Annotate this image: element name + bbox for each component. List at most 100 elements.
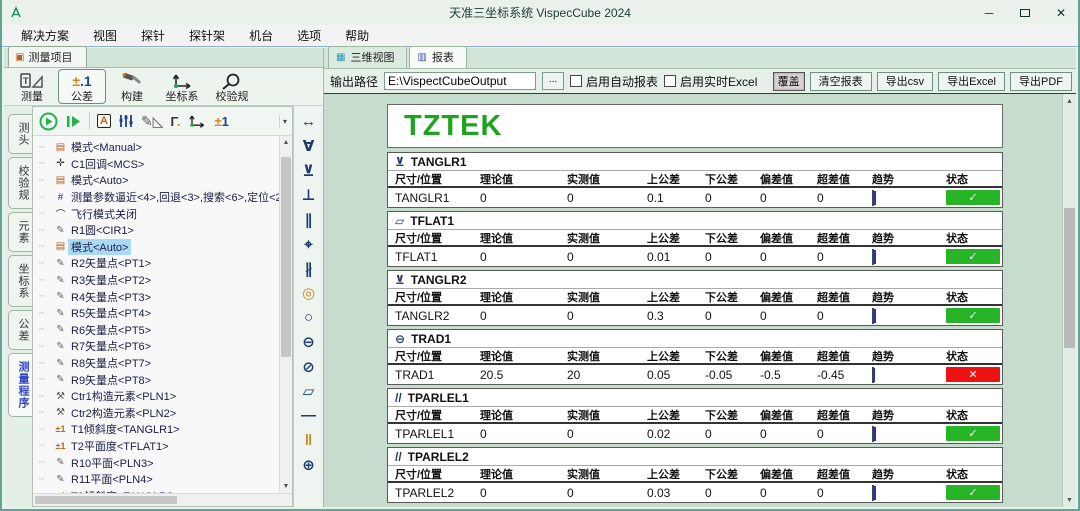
tree-item-label: R7矢量点<PT6> (68, 338, 154, 354)
side-tab-3[interactable]: 坐标系 (8, 255, 32, 307)
minimize-button[interactable]: ─ (978, 5, 1000, 21)
tree-item-13[interactable]: ┈✎R8矢量点<PT7> (39, 355, 279, 372)
column-header: 趋势 (872, 230, 946, 246)
parallelism-tolerance-icon[interactable]: ∥ (297, 208, 321, 231)
side-tab-4[interactable]: 公差 (8, 310, 32, 350)
realtime-excel-checkbox[interactable] (664, 75, 676, 87)
report-vertical-scrollbar[interactable]: ▲ ▼ (1062, 94, 1076, 507)
tree-horizontal-scrollbar[interactable] (33, 493, 292, 506)
tab-measure-project[interactable]: ▣ 测量项目 (8, 46, 87, 67)
tree-item-9[interactable]: ┈✎R4矢量点<PT3> (39, 288, 279, 305)
straightness-tolerance-icon[interactable]: — (297, 404, 321, 427)
button-导出csv[interactable]: 导出csv (877, 72, 934, 91)
window-title: 天准三坐标系统 VispecCube 2024 (2, 4, 1078, 21)
tree-item-label: Ctr1构造元素<PLN1> (68, 388, 179, 404)
tree-branch-line: ┈ (39, 308, 53, 319)
maximize-button[interactable] (1014, 5, 1036, 21)
tree-scroll-thumb[interactable] (281, 157, 291, 357)
tree-toolbar-coordinate-button[interactable] (187, 110, 207, 132)
tree-item-6[interactable]: ┈▤模式<Auto> (39, 239, 279, 256)
column-header: 偏差值 (760, 230, 817, 246)
report-scroll-thumb[interactable] (1064, 208, 1075, 348)
flatness-tolerance-icon[interactable]: ▱ (297, 380, 321, 403)
table-name: TANGLR1 (411, 155, 467, 169)
button-覆盖[interactable]: 覆盖 (773, 72, 805, 91)
tree-hscroll-thumb[interactable] (35, 496, 177, 504)
tree-item-12[interactable]: ┈✎R7矢量点<PT6> (39, 338, 279, 355)
cylindricity-tolerance-icon[interactable]: ⊖ (297, 331, 321, 354)
button-导出Excel[interactable]: 导出Excel (938, 72, 1005, 91)
tree-item-15[interactable]: ┈⚒Ctr1构造元素<PLN1> (39, 388, 279, 405)
circularity-tolerance-icon[interactable]: ○ (297, 306, 321, 329)
tree-item-19[interactable]: ┈✎R10平面<PLN3> (39, 454, 279, 471)
report-scroll-down-icon[interactable]: ▼ (1066, 493, 1073, 507)
auto-report-checkbox[interactable] (570, 75, 582, 87)
tree-toolbar-params-button[interactable] (118, 110, 134, 132)
tree-vertical-scrollbar[interactable]: ▲ ▼ (279, 136, 292, 493)
ribbon-gauge-button[interactable]: 校验规 (208, 69, 256, 104)
tree-item-10[interactable]: ┈✎R5矢量点<PT4> (39, 305, 279, 322)
tree-item-2[interactable]: ┈▤模式<Auto> (39, 172, 279, 189)
distance-tolerance-icon[interactable]: ↔ (297, 110, 321, 133)
button-导出PDF[interactable]: 导出PDF (1010, 72, 1072, 91)
cell-value: 0 (760, 191, 817, 205)
menu-item-5[interactable]: 选项 (286, 25, 332, 46)
tab-view3d[interactable]: ▦三维视图 (328, 46, 407, 68)
angularity-tolerance-icon[interactable]: ⊻ (297, 159, 321, 182)
column-header: 上公差 (647, 230, 705, 246)
close-button[interactable]: ✕ (1050, 5, 1072, 21)
ribbon-build-button[interactable]: 构建 (108, 69, 156, 104)
tree-toolbar-step-button[interactable] (65, 110, 82, 132)
side-tab-2[interactable]: 元素 (8, 212, 32, 252)
tree-item-14[interactable]: ┈✎R9矢量点<PT8> (39, 371, 279, 388)
tree-item-5[interactable]: ┈✎R1圆<CIR1> (39, 222, 279, 239)
tree-item-4[interactable]: ┈⌒飞行模式关闭 (39, 205, 279, 222)
output-path-input[interactable] (384, 72, 536, 90)
scroll-down-icon[interactable]: ▼ (280, 480, 292, 493)
tree-item-1[interactable]: ┈✛C1回调<MCS> (39, 156, 279, 173)
concentricity-tolerance-icon[interactable]: ◎ (297, 282, 321, 305)
tab-report[interactable]: ▥报表 (409, 46, 466, 68)
ribbon-tolerance-button[interactable]: ±.1公差 (58, 69, 106, 104)
column-header: 下公差 (705, 466, 760, 482)
button-清空报表[interactable]: 清空报表 (810, 72, 872, 91)
symmetry-tolerance-icon[interactable]: ‖ (297, 429, 321, 452)
tree-item-3[interactable]: ┈#测量参数逼近<4>,回退<3>,搜索<6>,定位<2: (39, 189, 279, 206)
ribbon-coordinate-button[interactable]: 坐标系 (158, 69, 206, 104)
menu-item-3[interactable]: 探针架 (178, 25, 236, 46)
menu-item-4[interactable]: 机台 (238, 25, 284, 46)
browse-button[interactable]: ... (542, 72, 564, 90)
tree-toolbar-run-button[interactable] (39, 110, 58, 132)
side-tab-0[interactable]: 测头 (8, 114, 32, 154)
tree-item-7[interactable]: ┈✎R2矢量点<PT1> (39, 255, 279, 272)
menu-item-0[interactable]: 解决方案 (10, 25, 80, 46)
tree-toolbar-tolerance-button[interactable]: ±1 (214, 110, 228, 132)
column-header: 趋势 (872, 407, 946, 423)
menu-item-1[interactable]: 视图 (82, 25, 128, 46)
point-profile-tolerance-icon[interactable]: ∦ (297, 257, 321, 280)
tree-toolbar-edit-button[interactable]: ✎◺ (141, 110, 164, 132)
toolbar-overflow-button[interactable]: ▾ (279, 115, 290, 128)
tree-item-16[interactable]: ┈⚒Ctr2构造元素<PLN2> (39, 405, 279, 422)
ribbon-measure-button[interactable]: T测量 (8, 69, 56, 104)
tree-toolbar-corner-button[interactable]: Γ. (170, 110, 180, 132)
tree-item-8[interactable]: ┈✎R3矢量点<PT2> (39, 272, 279, 289)
tree-toolbar-auto-button[interactable]: A (97, 110, 111, 132)
side-tab-1[interactable]: 校验规 (8, 157, 32, 209)
side-tab-5[interactable]: 测量程序 (8, 353, 32, 417)
tree-item-17[interactable]: ┈±1T1倾斜度<TANGLR1> (39, 421, 279, 438)
menu-item-6[interactable]: 帮助 (334, 25, 380, 46)
tree-item-0[interactable]: ┈▤模式<Manual> (39, 139, 279, 156)
position-tolerance-icon[interactable]: ⌖ (297, 233, 321, 256)
angle-tolerance-icon[interactable]: ∀ (297, 135, 321, 158)
tree-item-20[interactable]: ┈✎R11平面<PLN4> (39, 471, 279, 488)
tree-item-18[interactable]: ┈±1T2平面度<TFLAT1> (39, 438, 279, 455)
tree-item-11[interactable]: ┈✎R6矢量点<PT5> (39, 322, 279, 339)
menu-item-2[interactable]: 探针 (130, 25, 176, 46)
scroll-up-icon[interactable]: ▲ (280, 136, 292, 149)
left-panel-tab-row: ▣ 测量项目 (4, 48, 323, 68)
report-scroll-up-icon[interactable]: ▲ (1066, 94, 1073, 108)
perpendicularity-tolerance-icon[interactable]: ⊥ (297, 184, 321, 207)
total-runout-tolerance-icon[interactable]: ⊕ (297, 453, 321, 476)
radius-tolerance-icon[interactable]: ⊘ (297, 355, 321, 378)
